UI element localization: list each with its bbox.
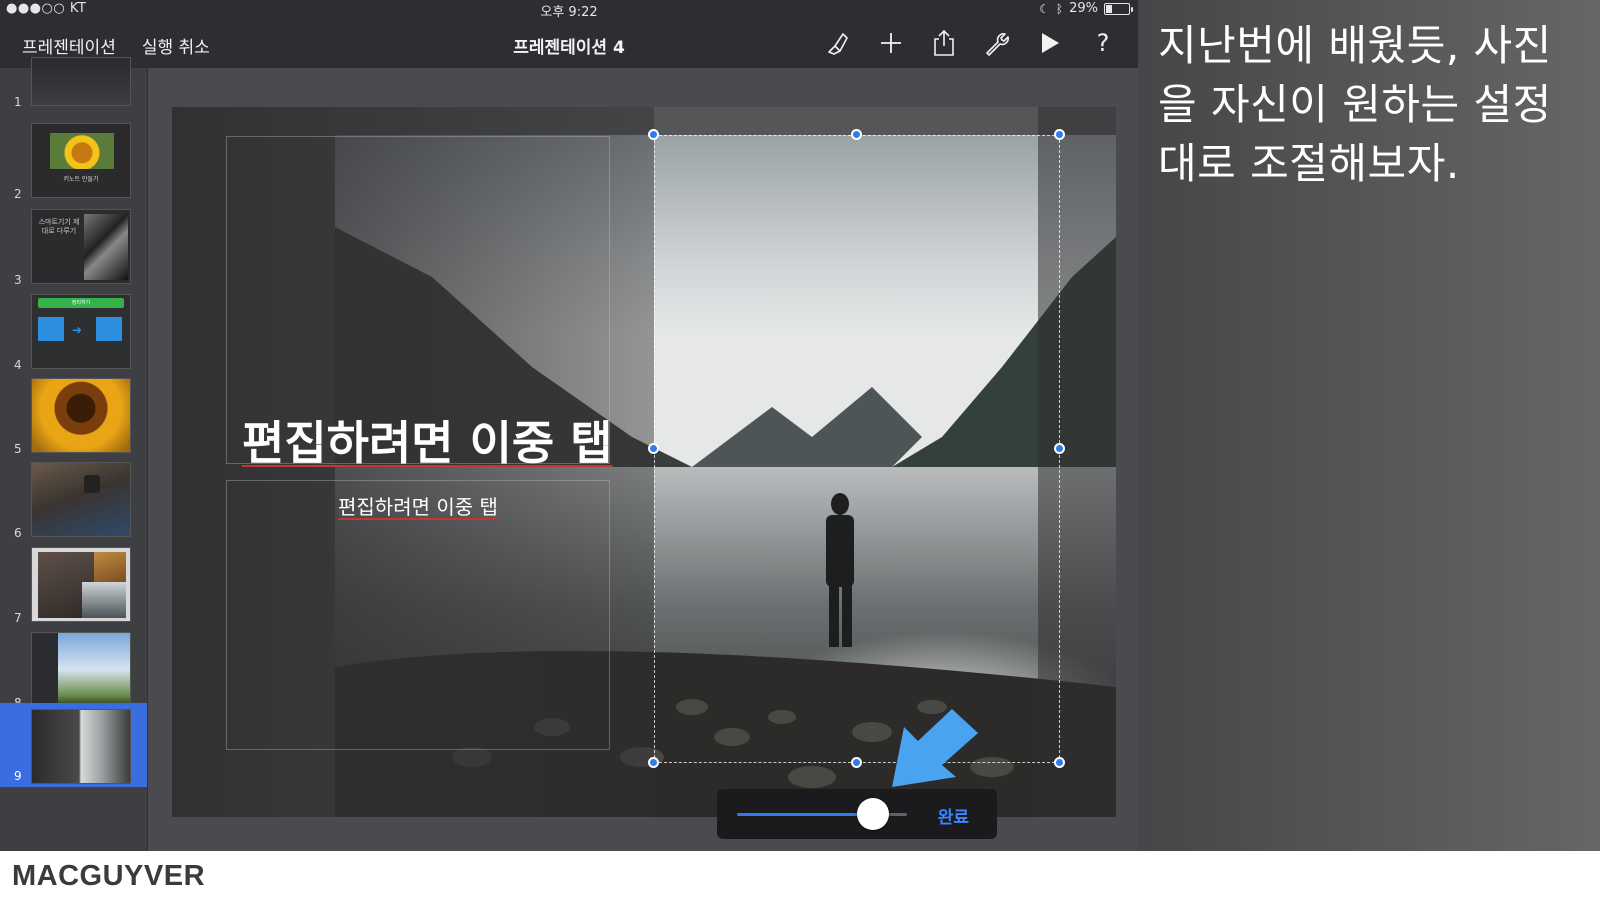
thumb-caption: 정리하기 <box>38 298 124 308</box>
mask-scale-control: 완료 <box>717 789 997 839</box>
done-button[interactable]: 완료 <box>938 803 969 828</box>
battery-icon <box>1104 2 1133 15</box>
body-placeholder-box[interactable] <box>226 480 610 750</box>
wrench-icon[interactable] <box>984 29 1010 57</box>
thumb-box-left <box>38 317 64 341</box>
slide-thumbnail-7[interactable]: 7 <box>0 543 147 629</box>
thumbnail-image <box>31 57 131 106</box>
screenshot-root: ●●●○○ KT 오후 9:22 ☾ ᛒ 29% 프레젠테이션 실행 취소 프레… <box>0 0 1600 900</box>
toolbar-right: ? <box>825 29 1116 57</box>
slide-number: 1 <box>14 95 22 109</box>
presentations-button[interactable]: 프레젠테이션 <box>22 33 116 58</box>
slide-thumbnail-3[interactable]: 스마트기기 제대로 다루기 3 <box>0 205 147 291</box>
annotation-panel: 지난번에 배웠듯, 사진을 자신이 원하는 설정대로 조절해보자. <box>1138 0 1600 851</box>
watch-shape <box>84 475 100 493</box>
bluetooth-icon: ᛒ <box>1055 1 1064 16</box>
slide-number: 7 <box>14 611 22 625</box>
slide-navigator: 1 키노트 만들기 2 스마트기기 제대로 다루기 3 정리하기 ➜ 4 5 6… <box>0 57 148 851</box>
thumbnail-image <box>31 632 131 707</box>
status-bar: ●●●○○ KT 오후 9:22 ☾ ᛒ 29% <box>0 0 1138 20</box>
brand-logo-text: MACGUYVER <box>12 860 206 892</box>
slide-number: 3 <box>14 273 22 287</box>
battery-fill <box>1106 4 1113 13</box>
resize-handle-bottom[interactable] <box>851 757 862 768</box>
arrow-right-icon: ➜ <box>72 323 83 337</box>
share-icon[interactable] <box>931 29 957 57</box>
annotation-text: 지난번에 배웠듯, 사진을 자신이 원하는 설정대로 조절해보자. <box>1158 21 1552 188</box>
footer: MACGUYVER <box>0 851 1600 900</box>
undo-button[interactable]: 실행 취소 <box>142 33 210 58</box>
toolbar-left: 프레젠테이션 실행 취소 <box>22 33 210 58</box>
slide-number: 4 <box>14 358 22 372</box>
resize-handle-top[interactable] <box>851 129 862 140</box>
toolbar: 프레젠테이션 실행 취소 프레젠테이션 4 ? <box>0 20 1138 68</box>
resize-handle-bottom-right[interactable] <box>1054 757 1065 768</box>
plus-icon[interactable] <box>878 29 904 57</box>
thumbnail-image: 스마트기기 제대로 다루기 <box>31 209 131 284</box>
thumb-dark-panel <box>32 633 58 706</box>
slide-thumbnail-8[interactable]: 8 <box>0 628 147 714</box>
resize-handle-left[interactable] <box>648 443 659 454</box>
slide-thumbnail-5[interactable]: 5 <box>0 374 147 460</box>
slide-number: 6 <box>14 526 22 540</box>
battery-percent: 29% <box>1069 1 1098 16</box>
pointer-arrow-icon <box>892 709 978 787</box>
brush-icon[interactable] <box>825 29 851 57</box>
body-placeholder-text[interactable]: 편집하려면 이중 탭 <box>338 491 498 520</box>
thumbnail-image <box>31 547 131 622</box>
resize-handle-top-left[interactable] <box>648 129 659 140</box>
slide-thumbnail-6[interactable]: 6 <box>0 458 147 544</box>
device-photo <box>84 214 128 280</box>
resize-handle-top-right[interactable] <box>1054 129 1065 140</box>
clock: 오후 9:22 <box>540 5 598 20</box>
resize-handle-bottom-left[interactable] <box>648 757 659 768</box>
thumb-caption: 스마트기기 제대로 다루기 <box>38 218 80 235</box>
scale-slider-knob[interactable] <box>857 798 889 830</box>
thumbnail-image: 키노트 만들기 <box>31 123 131 198</box>
slide-thumbnail-9[interactable]: 9 <box>0 703 147 787</box>
moon-icon: ☾ <box>1039 1 1050 16</box>
keynote-app: ●●●○○ KT 오후 9:22 ☾ ᛒ 29% 프레젠테이션 실행 취소 프레… <box>0 0 1138 851</box>
thumb-caption: 키노트 만들기 <box>63 176 99 183</box>
title-placeholder-text[interactable]: 편집하려면 이중 탭 <box>242 407 613 473</box>
status-right: ☾ ᛒ 29% <box>1039 1 1133 16</box>
slide-thumbnail-2[interactable]: 키노트 만들기 2 <box>0 119 147 205</box>
thumb-photo-top-right <box>94 552 126 582</box>
scale-slider-fill <box>737 813 873 816</box>
slide-number: 2 <box>14 187 22 201</box>
thumbnail-image <box>31 378 131 453</box>
thumbnail-image <box>31 709 131 784</box>
sunflower-photo <box>50 133 114 169</box>
thumbnail-image: 정리하기 ➜ <box>31 294 131 369</box>
thumb-photo-bottom-right <box>82 582 126 618</box>
resize-handle-right[interactable] <box>1054 443 1065 454</box>
slide-number: 5 <box>14 442 22 456</box>
help-icon[interactable]: ? <box>1090 29 1116 57</box>
thumbnail-image <box>31 462 131 537</box>
play-icon[interactable] <box>1037 29 1063 57</box>
slide-thumbnail-4[interactable]: 정리하기 ➜ 4 <box>0 290 147 376</box>
slide-number: 9 <box>14 769 22 783</box>
thumb-box-right <box>96 317 122 341</box>
